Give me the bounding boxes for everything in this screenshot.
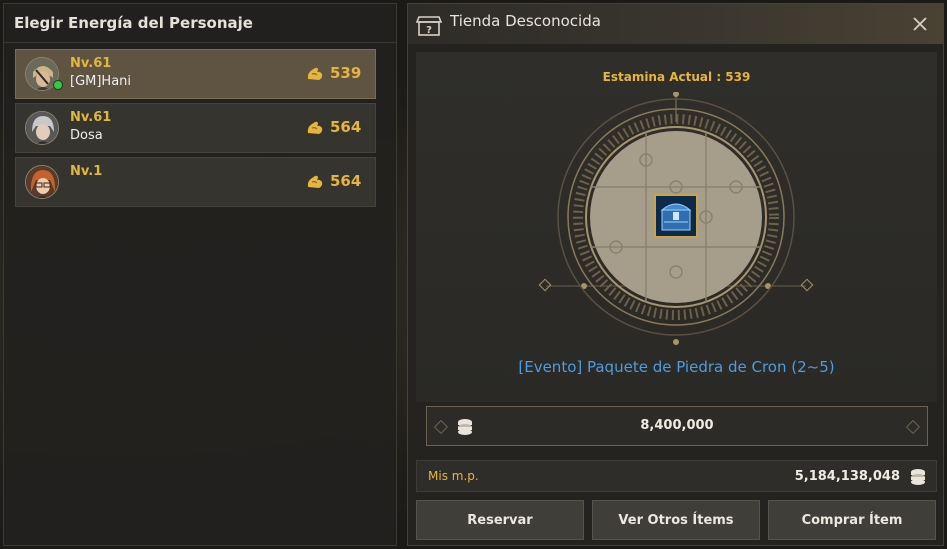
online-status-dot <box>53 80 63 90</box>
window-header: ? Tienda Desconocida <box>408 4 943 44</box>
panel-title: Elegir Energía del Personaje <box>14 14 253 32</box>
window-title: Tienda Desconocida <box>450 12 601 30</box>
current-stamina-label: Estamina Actual : 539 <box>602 70 751 84</box>
character-level: Nv.1 <box>70 164 103 179</box>
stamina-arm-icon <box>307 121 323 134</box>
item-name: [Evento] Paquete de Piedra de Cron (2~5) <box>518 358 835 376</box>
price-value: 8,400,000 <box>640 418 714 433</box>
stamina-arm-icon <box>307 67 323 80</box>
treasure-chest-icon[interactable] <box>654 194 698 238</box>
character-row-lv1[interactable]: Nv.1 564 <box>15 157 376 207</box>
mp-label: Mis m.p. <box>428 469 479 483</box>
unknown-shop-window: ? Tienda Desconocida Estamina Actual : 5… <box>407 3 944 546</box>
character-energy-panel: Elegir Energía del Personaje Nv.61 [GM]H… <box>3 3 397 546</box>
stamina-value: 564 <box>330 118 362 136</box>
mp-value: 5,184,138,048 <box>794 469 900 484</box>
view-other-items-button[interactable]: Ver Otros Ítems <box>592 500 760 540</box>
stamina-value: 539 <box>330 64 362 82</box>
avatar <box>25 111 59 145</box>
reserve-button[interactable]: Reservar <box>416 500 584 540</box>
avatar <box>25 165 59 199</box>
character-row-hani[interactable]: Nv.61 [GM]Hani 539 <box>15 49 376 99</box>
character-row-dosa[interactable]: Nv.61 Dosa 564 <box>15 103 376 153</box>
character-level: Nv.61 <box>70 110 112 125</box>
buy-item-button[interactable]: Comprar Ítem <box>768 500 936 540</box>
stamina-value: 564 <box>330 172 362 190</box>
price-bar: 8,400,000 <box>426 406 928 446</box>
item-display-area: Estamina Actual : 539 [Evento] Paquete d… <box>416 52 937 402</box>
svg-text:?: ? <box>426 25 432 36</box>
my-mp-bar: Mis m.p. 5,184,138,048 <box>416 460 937 492</box>
shop-icon: ? <box>416 16 442 36</box>
character-name: Dosa <box>70 128 103 143</box>
red-hair-portrait-icon <box>26 166 58 198</box>
coin-stack-icon <box>911 469 925 485</box>
character-name: [GM]Hani <box>70 74 132 89</box>
divider <box>4 42 396 43</box>
character-level: Nv.61 <box>70 56 112 71</box>
silver-hair-portrait-icon <box>26 112 58 144</box>
stamina-arm-icon <box>307 175 323 188</box>
close-icon[interactable] <box>908 12 932 36</box>
